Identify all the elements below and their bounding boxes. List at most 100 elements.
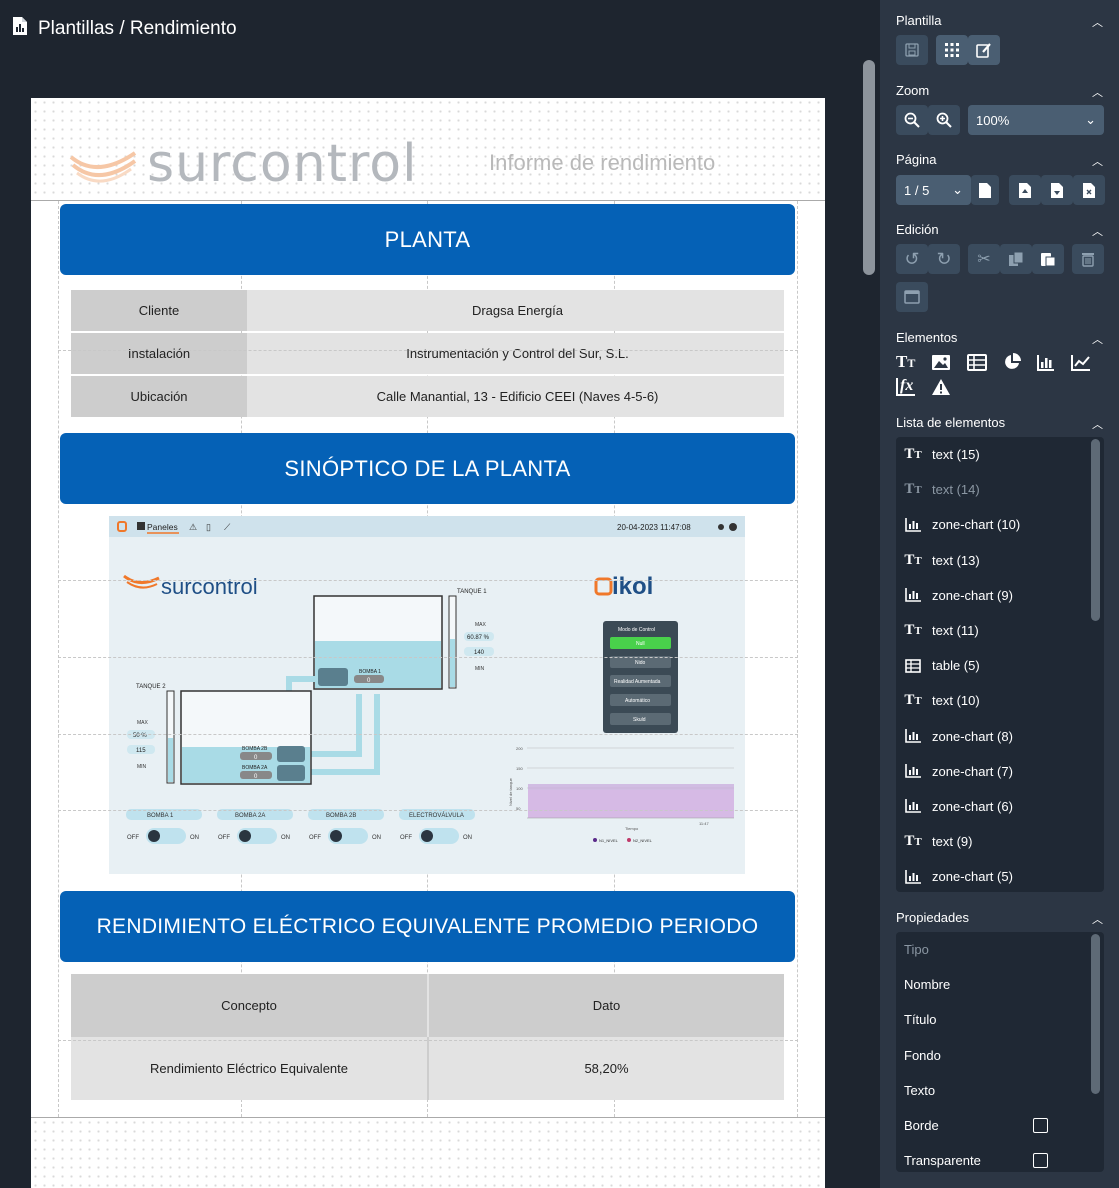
element-list-item[interactable]: zone-chart (8) bbox=[896, 719, 1104, 754]
property-row[interactable]: Texto bbox=[896, 1073, 1104, 1108]
element-list-item[interactable]: zone-chart (7) bbox=[896, 754, 1104, 789]
chevron-up-icon[interactable]: ︿ bbox=[1092, 14, 1103, 30]
zoom-in-icon bbox=[936, 112, 952, 128]
chart-icon: ⟋ bbox=[224, 522, 231, 532]
bar-chart-icon[interactable] bbox=[1037, 354, 1055, 371]
cut-button[interactable]: ✂ bbox=[968, 244, 1000, 274]
pie-chart-icon[interactable] bbox=[1003, 353, 1022, 371]
page-settings-button[interactable] bbox=[896, 282, 928, 312]
table-icon[interactable] bbox=[967, 353, 988, 371]
element-list-scrollbar[interactable] bbox=[1091, 439, 1100, 621]
chevron-up-icon[interactable]: ︿ bbox=[1092, 223, 1103, 239]
alert-icon: ⚠ bbox=[189, 522, 197, 532]
svg-text:ON: ON bbox=[190, 835, 199, 841]
section-rendimiento[interactable]: RENDIMIENTO ELÉCTRICO EQUIVALENTE PROMED… bbox=[60, 891, 795, 962]
section-plantilla-title: Plantilla bbox=[896, 13, 942, 28]
element-list-item[interactable]: TT text (9) bbox=[896, 824, 1104, 859]
chevron-up-icon[interactable]: ︿ bbox=[1092, 416, 1103, 432]
element-list-item[interactable]: TT text (14) bbox=[896, 472, 1104, 507]
property-label: Borde bbox=[904, 1118, 939, 1134]
property-row[interactable]: Fondo bbox=[896, 1038, 1104, 1073]
chevron-up-icon[interactable]: ︿ bbox=[1092, 911, 1103, 927]
element-list-item[interactable]: TT text (15) bbox=[896, 437, 1104, 472]
section-edicion-title: Edición bbox=[896, 222, 939, 237]
element-list-item[interactable]: TT text (13) bbox=[896, 543, 1104, 578]
table-row: Instalación Instrumentación y Control de… bbox=[71, 333, 784, 374]
svg-text:OFF: OFF bbox=[400, 835, 412, 841]
property-row[interactable]: Nombre bbox=[896, 967, 1104, 1002]
property-checkbox[interactable] bbox=[1033, 1153, 1048, 1169]
edit-button[interactable] bbox=[968, 35, 1000, 65]
redo-button[interactable]: ↻ bbox=[928, 244, 960, 274]
grid-icon bbox=[137, 522, 145, 530]
delete-page-button[interactable] bbox=[1073, 175, 1105, 205]
synoptic-image[interactable]: Paneles ⚠ ▯ ⟋ 20-04-2023 11:47:08 surcon… bbox=[109, 516, 745, 874]
report-canvas[interactable]: surcontrol Informe de rendimiento PLANTA… bbox=[0, 58, 880, 1188]
element-list-item[interactable]: zone-chart (5) bbox=[896, 859, 1104, 892]
zoom-out-button[interactable] bbox=[896, 105, 928, 135]
section-sinoptico[interactable]: SINÓPTICO DE LA PLANTA bbox=[60, 433, 795, 504]
element-list-item[interactable]: zone-chart (10) bbox=[896, 507, 1104, 542]
line-chart-icon[interactable] bbox=[1071, 354, 1091, 371]
element-list-item-label: zone-chart (7) bbox=[932, 763, 1013, 779]
canvas-scrollbar[interactable] bbox=[863, 60, 875, 275]
element-list-item[interactable]: zone-chart (6) bbox=[896, 789, 1104, 824]
tank1-min: MIN bbox=[475, 666, 485, 672]
toggle-bomba2a: BOMBA 2A OFF ON bbox=[217, 809, 293, 844]
property-label: Transparente bbox=[904, 1153, 981, 1169]
properties-list[interactable]: Tipo Nombre Título Fondo Texto Borde Transpare… bbox=[896, 932, 1104, 1172]
mini-chart-ytick: 150 bbox=[516, 766, 523, 771]
table-row: Ubicación Calle Manantial, 13 - Edificio… bbox=[71, 376, 784, 417]
property-row[interactable]: Título bbox=[896, 1002, 1104, 1037]
mini-chart-legend: N1_NIVEL bbox=[599, 838, 619, 843]
grid-toggle-button[interactable] bbox=[936, 35, 968, 65]
surcontrol-logo: surcontrol bbox=[69, 134, 418, 194]
property-row[interactable]: Tipo bbox=[896, 932, 1104, 967]
element-list-item[interactable]: TT text (10) bbox=[896, 683, 1104, 718]
chevron-up-icon[interactable]: ︿ bbox=[1092, 153, 1103, 169]
mini-chart-ylabel: Nivel de tanque bbox=[508, 777, 513, 806]
page-down-button[interactable] bbox=[1041, 175, 1073, 205]
copy-button[interactable] bbox=[1000, 244, 1032, 274]
info-table[interactable]: Cliente Dragsa Energía Instalación Instr… bbox=[71, 288, 784, 419]
chevron-up-icon[interactable]: ︿ bbox=[1092, 331, 1103, 347]
element-list-item[interactable]: table (5) bbox=[896, 648, 1104, 683]
paste-button[interactable] bbox=[1032, 244, 1064, 274]
property-checkbox[interactable] bbox=[1033, 1118, 1048, 1134]
top-bar: Plantillas / Rendimiento bbox=[0, 0, 880, 58]
page-header[interactable]: surcontrol Informe de rendimiento bbox=[31, 98, 825, 201]
property-row[interactable]: Borde bbox=[896, 1108, 1104, 1143]
new-page-button[interactable] bbox=[971, 175, 999, 205]
property-label: Tipo bbox=[904, 942, 929, 958]
element-palette-row2: fx bbox=[896, 378, 951, 396]
element-list-item-label: text (14) bbox=[932, 482, 980, 498]
property-row[interactable]: Transparente bbox=[896, 1143, 1104, 1172]
performance-table[interactable]: Concepto Dato Rendimiento Eléctrico Equi… bbox=[71, 974, 784, 1100]
zoom-select[interactable]: 100% ⌄ bbox=[968, 105, 1104, 135]
toggle-electrovalvula: ELECTROVÁLVULA OFF ON bbox=[399, 809, 475, 844]
alert-icon[interactable] bbox=[931, 378, 951, 396]
image-icon[interactable] bbox=[931, 354, 951, 371]
synoptic-datetime: 20-04-2023 11:47:08 bbox=[617, 523, 691, 532]
legend-dot bbox=[627, 838, 631, 842]
logo-text: surcontrol bbox=[147, 134, 418, 194]
section-planta[interactable]: PLANTA bbox=[60, 204, 795, 275]
page-up-button[interactable] bbox=[1009, 175, 1041, 205]
text-icon[interactable]: TT bbox=[896, 352, 915, 372]
element-list-item[interactable]: zone-chart (9) bbox=[896, 578, 1104, 613]
report-page[interactable]: surcontrol Informe de rendimiento PLANTA… bbox=[31, 98, 825, 1188]
save-button[interactable] bbox=[896, 35, 928, 65]
undo-icon: ↺ bbox=[904, 248, 920, 269]
element-list[interactable]: TT text (15) TT text (14) zone-chart (10) TT t… bbox=[896, 437, 1104, 892]
element-list-item[interactable]: TT text (11) bbox=[896, 613, 1104, 648]
delete-button[interactable] bbox=[1072, 244, 1104, 274]
formula-icon[interactable]: fx bbox=[896, 378, 916, 396]
undo-button[interactable]: ↺ bbox=[896, 244, 928, 274]
synoptic-logo-surcontrol: surcontrol bbox=[161, 574, 258, 599]
chevron-up-icon[interactable]: ︿ bbox=[1092, 84, 1103, 100]
page-select[interactable]: 1 / 5 ⌄ bbox=[896, 175, 971, 205]
properties-scrollbar[interactable] bbox=[1091, 934, 1100, 1094]
section-pagina-title: Página bbox=[896, 152, 937, 167]
page-footer[interactable] bbox=[31, 1117, 825, 1188]
zoom-in-button[interactable] bbox=[928, 105, 960, 135]
